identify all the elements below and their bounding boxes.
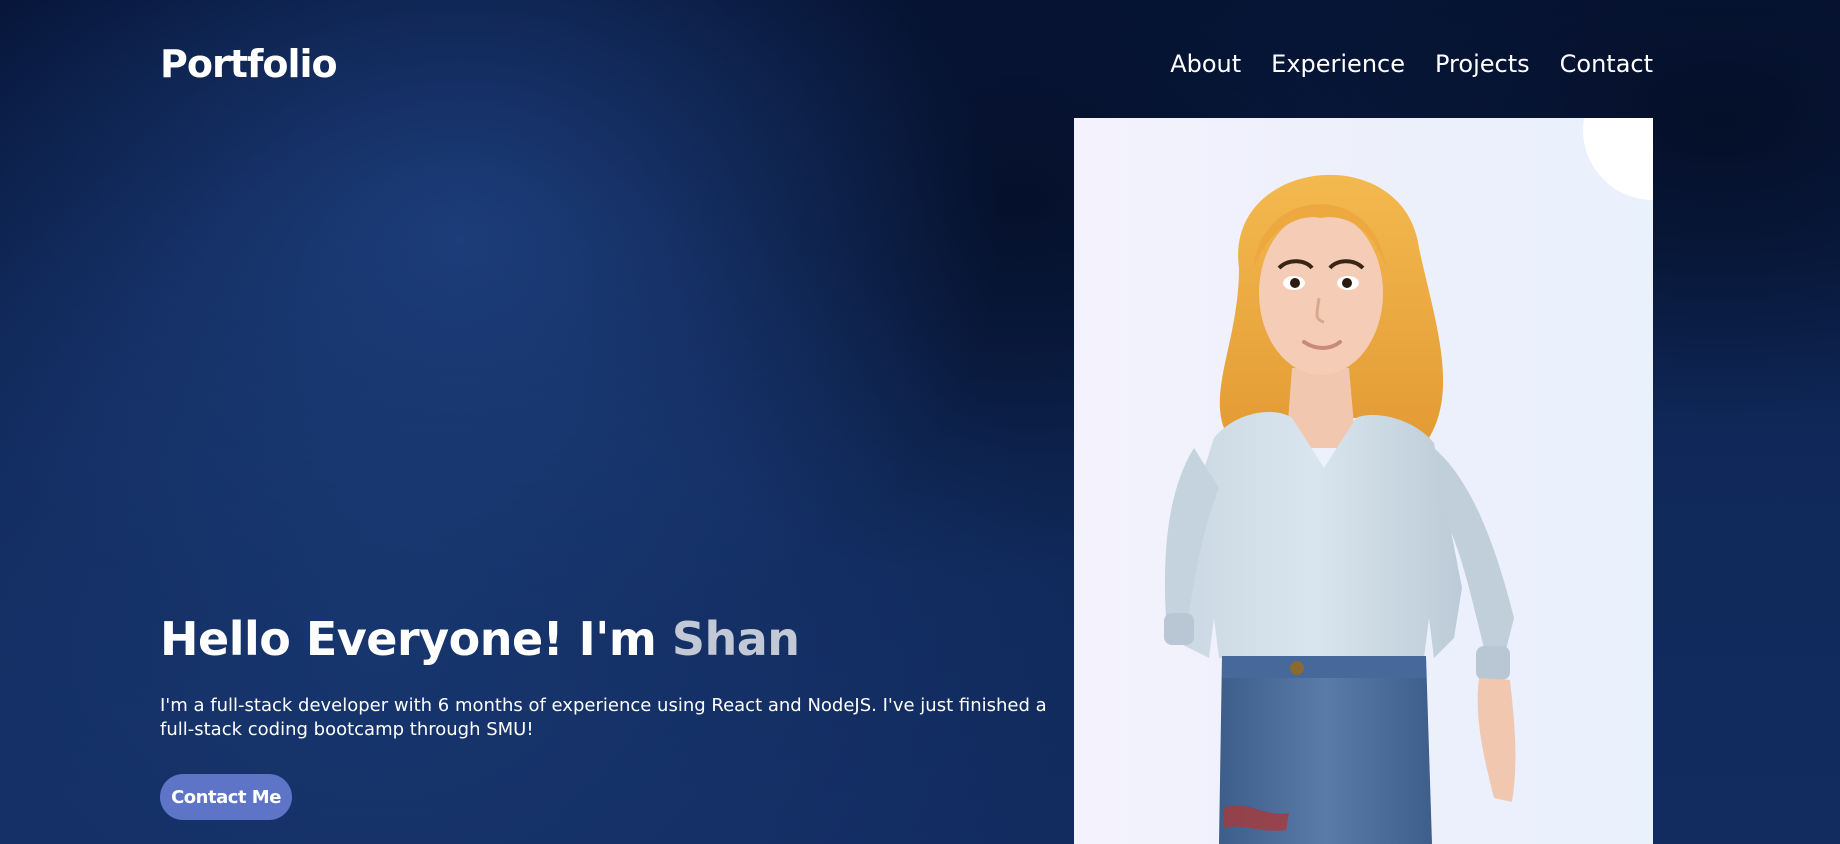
nav-link-projects[interactable]: Projects	[1435, 50, 1530, 78]
corner-circle	[1583, 118, 1653, 200]
hero-description: I'm a full-stack developer with 6 months…	[160, 695, 1047, 740]
hero-title: Hello Everyone! I'm Shan	[160, 612, 800, 666]
contact-me-button[interactable]: Contact Me	[160, 774, 292, 820]
nav-link-about[interactable]: About	[1170, 50, 1241, 78]
hero-title-greeting: Hello Everyone! I'm	[160, 612, 672, 666]
avatar-face	[1259, 211, 1383, 375]
brand-logo[interactable]: Portfolio	[160, 42, 338, 86]
avatar-sweater	[1166, 412, 1462, 658]
nav-link-experience[interactable]: Experience	[1271, 50, 1405, 78]
avatar-illustration	[1164, 118, 1653, 844]
hero-title-name: Shan	[671, 612, 800, 666]
navbar: Portfolio About Experience Projects Cont…	[160, 36, 1653, 92]
hero-avatar-image	[1074, 118, 1653, 844]
nav-links: About Experience Projects Contact	[1170, 50, 1653, 78]
nav-link-contact[interactable]: Contact	[1560, 50, 1653, 78]
